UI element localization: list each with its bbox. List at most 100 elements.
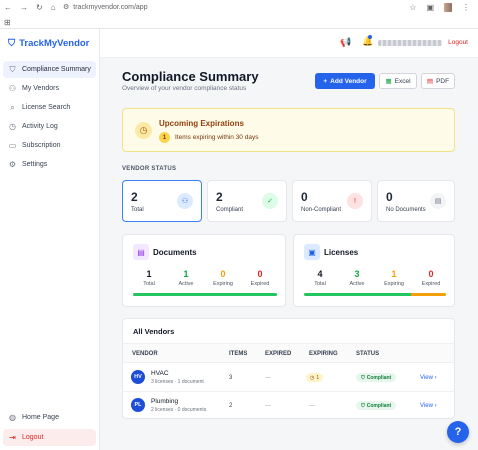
sidebar-item-label: Compliance Summary	[22, 66, 91, 73]
items-count: 2	[229, 403, 233, 409]
pdf-export-button[interactable]: ▤ PDF	[421, 73, 455, 89]
documents-active: 1 Active	[171, 269, 201, 287]
search-icon: ⌕	[10, 102, 15, 112]
card-icon: ▭	[8, 141, 17, 150]
pdf-icon: ▤	[426, 78, 434, 85]
clock-icon: ◷	[9, 122, 16, 131]
metric-value: 0	[220, 269, 226, 279]
excel-export-button[interactable]: ▦ Excel	[379, 73, 417, 89]
bookmark-star-icon[interactable]: ☆	[409, 3, 416, 12]
sidebar-item-label: Activity Log	[22, 123, 58, 130]
sidebar-item-settings[interactable]: ⚙ Settings	[3, 156, 96, 173]
status-badge: ⛉ Compliant	[356, 401, 397, 410]
licenses-expiring: 1 Expiring	[379, 269, 409, 287]
user-email-redacted	[378, 40, 442, 46]
header-logout-link[interactable]: Logout	[448, 39, 468, 46]
metric-value: 0	[428, 269, 434, 279]
sidebar-logout-button[interactable]: ⇥ Logout	[3, 429, 96, 446]
view-label: View	[420, 403, 433, 409]
menu-dots-icon[interactable]: ⋮	[462, 3, 470, 12]
stat-label: No Documents	[386, 207, 426, 213]
view-vendor-link[interactable]: View ›	[420, 403, 437, 409]
address-bar[interactable]: ⚙ trackmyvendor.com/app	[63, 3, 148, 12]
table-row[interactable]: PL Plumbing 2 licenses · 0 documents 2 —…	[123, 392, 454, 418]
table-row[interactable]: HV HVAC 3 licenses · 1 document 3 — ◷ 1 …	[123, 364, 454, 392]
sidebar-item-label: Logout	[22, 434, 44, 441]
licenses-progress-bar	[304, 293, 446, 296]
expiring-count: 1	[316, 374, 320, 381]
excel-label: Excel	[394, 77, 411, 85]
tab-icon[interactable]: ▣	[426, 3, 434, 12]
browser-chrome: ← → ↻ ⌂ ⚙ trackmyvendor.com/app ☆ ▣ ⋮ ⊞	[0, 0, 478, 29]
vendor-summary: 3 licenses · 1 document	[151, 379, 204, 385]
plus-icon: +	[323, 77, 328, 85]
shield-check-icon: ✓	[262, 193, 278, 209]
stat-value: 2	[216, 190, 223, 204]
brand-logo[interactable]: ⛉ TrackMyVendor	[8, 38, 89, 49]
sidebar-item-activity-log[interactable]: ◷ Activity Log	[3, 118, 96, 135]
profile-avatar[interactable]	[444, 3, 452, 12]
licenses-title: Licenses	[324, 248, 359, 257]
metric-value: 1	[146, 269, 152, 279]
stat-card-total[interactable]: 2 Total ⚇	[122, 180, 202, 222]
vendor-summary: 2 licenses · 0 documents	[151, 407, 207, 413]
shield-icon: ⛉	[9, 64, 16, 74]
apps-grid-icon[interactable]: ⊞	[4, 18, 11, 27]
alert-text[interactable]: Items expiring within 30 days	[175, 134, 258, 141]
progress-active-segment	[304, 293, 411, 296]
progress-active-segment	[133, 293, 277, 296]
table-title: All Vendors	[133, 327, 175, 336]
url-text: trackmyvendor.com/app	[73, 3, 148, 11]
alert-title: Upcoming Expirations	[159, 119, 244, 128]
logout-icon: ⇥	[9, 433, 16, 442]
back-icon[interactable]: ←	[4, 3, 12, 12]
alert-icon: !	[347, 193, 363, 209]
stat-card-non-compliant[interactable]: 0 Non-Compliant !	[292, 180, 372, 222]
sidebar-item-license-search[interactable]: ⌕ License Search	[3, 99, 96, 116]
all-vendors-table: All Vendors VENDOR ITEMS EXPIRED EXPIRIN…	[122, 318, 455, 419]
metric-label: Expiring	[384, 281, 404, 287]
chevron-right-icon: ›	[434, 375, 437, 381]
sidebar-item-label: My Vendors	[22, 85, 59, 92]
stat-value: 2	[131, 190, 138, 204]
sidebar-item-compliance-summary[interactable]: ⛉ Compliance Summary	[3, 61, 96, 78]
status-badge: ⛉ Compliant	[356, 373, 397, 382]
stat-card-compliant[interactable]: 2 Compliant ✓	[207, 180, 287, 222]
stat-card-no-documents[interactable]: 0 No Documents ▤	[377, 180, 455, 222]
megaphone-icon[interactable]: 📢	[340, 37, 351, 48]
licenses-active: 3 Active	[342, 269, 372, 287]
column-header-items: ITEMS	[229, 351, 248, 357]
home-icon[interactable]: ⌂	[51, 3, 56, 12]
browser-actions: ☆ ▣ ⋮	[409, 3, 470, 12]
shield-icon: ⛉	[361, 374, 365, 381]
vendor-status-label: VENDOR STATUS	[122, 166, 177, 172]
gear-icon: ⚙	[8, 160, 17, 169]
expired-count: —	[265, 403, 271, 409]
excel-icon: ▦	[385, 78, 392, 85]
sidebar-item-subscription[interactable]: ▭ Subscription	[3, 137, 96, 154]
notification-dot	[368, 35, 372, 39]
expired-count: —	[265, 375, 271, 381]
metric-label: Active	[349, 281, 365, 287]
documents-card: ▤ Documents 1 Total 1 Active 0 Expiring …	[122, 234, 286, 307]
metric-value: 3	[354, 269, 360, 279]
sidebar-item-home-page[interactable]: ◍ Home Page	[3, 409, 96, 426]
forward-icon[interactable]: →	[20, 3, 28, 12]
progress-expiring-segment	[410, 293, 446, 296]
table-header: VENDOR ITEMS EXPIRED EXPIRING STATUS	[123, 343, 454, 363]
add-vendor-button[interactable]: + Add Vendor	[315, 73, 375, 89]
sidebar-item-my-vendors[interactable]: ⚇ My Vendors	[3, 80, 96, 97]
site-info-icon[interactable]: ⚙	[63, 3, 69, 11]
vendor-avatar: HV	[131, 370, 145, 384]
stat-value: 0	[301, 190, 308, 204]
clock-icon: ◷	[135, 122, 152, 139]
expiring-count: —	[309, 403, 315, 409]
vendor-name[interactable]: Plumbing	[151, 398, 178, 405]
reload-icon[interactable]: ↻	[36, 3, 43, 12]
alert-count-badge: 1	[159, 132, 170, 143]
vendor-name[interactable]: HVAC	[151, 370, 169, 377]
view-vendor-link[interactable]: View ›	[420, 375, 437, 381]
metric-label: Expired	[250, 281, 270, 287]
metric-label: Expiring	[213, 281, 233, 287]
help-button[interactable]: ?	[447, 421, 469, 443]
